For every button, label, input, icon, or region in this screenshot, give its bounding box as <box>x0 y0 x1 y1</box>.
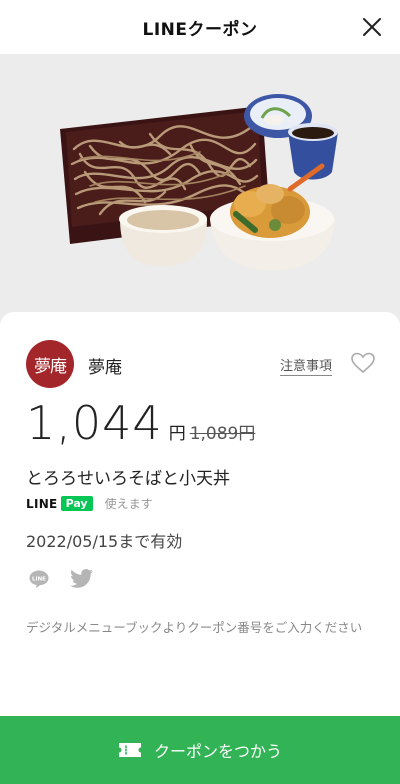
shop-name: 夢庵 <box>88 358 122 378</box>
validity-text: 2022/05/15まで有効 <box>26 532 183 551</box>
svg-text:LINE: LINE <box>32 577 46 583</box>
header-title: LINEクーポン <box>142 19 258 40</box>
heart-icon[interactable] <box>350 351 376 375</box>
line-pay-usable-label: 使えます <box>104 497 153 511</box>
notes-link[interactable]: 注意事項 <box>280 355 333 376</box>
coupon-image <box>0 54 400 324</box>
ticket-icon <box>118 743 141 757</box>
food-illustration <box>60 94 338 270</box>
price-unit: 円 <box>168 424 186 444</box>
price-current: 1,044 <box>26 396 163 450</box>
shop-logo: 夢庵 <box>26 340 74 388</box>
use-coupon-button[interactable]: クーポンをつかう <box>0 716 400 784</box>
close-icon[interactable] <box>360 15 384 39</box>
line-pay-logo-pay: Pay <box>60 496 93 511</box>
twitter-icon[interactable] <box>70 568 94 590</box>
coupon-card: 夢庵 夢庵 注意事項 1,044 円 1,089円 とろろせいろそばと小天丼 L… <box>0 312 400 716</box>
price-original: 1,089円 <box>189 424 256 444</box>
line-share-icon[interactable]: LINE <box>28 569 50 589</box>
price-row: 1,044 円 1,089円 <box>26 396 255 450</box>
line-pay-logo-line: LINE <box>26 496 58 511</box>
use-coupon-label: クーポンをつかう <box>153 742 282 761</box>
header-bar: LINEクーポン <box>0 0 400 54</box>
shop-logo-text: 夢庵 <box>34 356 67 377</box>
line-pay-row: LINE Pay 使えます <box>26 495 153 512</box>
coupon-title: とろろせいろそばと小天丼 <box>26 469 230 489</box>
coupon-description: デジタルメニューブックよりクーポン番号をご入力ください <box>26 620 363 635</box>
